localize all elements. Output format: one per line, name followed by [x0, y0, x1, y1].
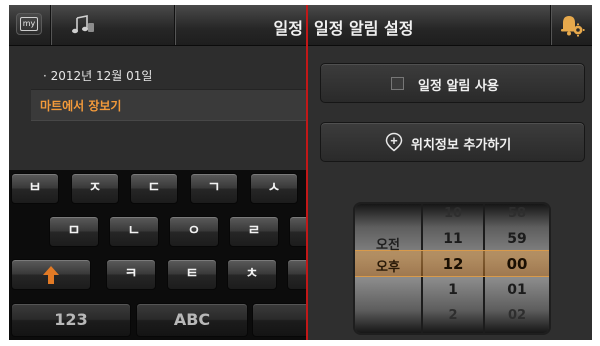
music-note-icon[interactable] [71, 14, 95, 36]
key-giyeok[interactable]: ㄱ [190, 173, 238, 204]
bell-gear-icon [561, 16, 585, 37]
key-tieut[interactable]: ㅌ [167, 259, 217, 290]
subject-text: 마트에서 장보기 [40, 99, 122, 113]
key-mieum[interactable]: ㅁ [49, 216, 99, 247]
schedule-date: · 2012년 12월 01일 [43, 69, 153, 83]
key-hieut[interactable]: ㅎ [289, 216, 307, 247]
alarm-toggle-button[interactable]: 일정 알림 사용 [320, 63, 585, 103]
korean-keyboard: ㅂ ㅈ ㄷ ㄱ ㅅ ㅁ ㄴ ㅇ ㄹ ㅎ ㅋ ㅌ ㅊ ㅍ 123 ABC [9, 170, 307, 340]
selection-band-bottom [355, 276, 549, 277]
alarm-settings-panel: 일정 알림 설정 일정 알림 사용 위치정보 추가하기 오전 오후 10 11 … [308, 5, 592, 340]
title-bar-separator [174, 5, 175, 45]
alarm-settings-title: 일정 알림 설정 [314, 19, 414, 38]
picker-ampm-value: 오전 [376, 238, 400, 253]
shift-arrow-up-icon [43, 266, 59, 284]
key-jieut[interactable]: ㅈ [71, 173, 119, 204]
picker-minute-value: 02 [507, 308, 527, 323]
settings-button[interactable] [550, 5, 592, 45]
number-mode-key[interactable]: 123 [11, 303, 131, 337]
key-kieuk[interactable]: ㅋ [106, 259, 156, 290]
picker-hour-value: 11 [443, 231, 463, 247]
key-bieup[interactable]: ㅂ [11, 173, 59, 204]
space-key[interactable] [252, 303, 307, 337]
picker-minute-value: 58 [507, 206, 527, 221]
picker-hour-value: 2 [448, 308, 458, 323]
key-digeut[interactable]: ㄷ [130, 173, 178, 204]
abc-mode-key[interactable]: ABC [136, 303, 248, 337]
schedule-content: · 2012년 12월 01일 마트에서 장보기 [9, 46, 307, 170]
picker-hour-selected: 12 [442, 255, 464, 273]
picker-hour-value: 1 [448, 282, 458, 298]
time-picker[interactable]: 오전 오후 10 11 12 1 2 58 59 00 01 02 [355, 204, 549, 333]
alarm-checkbox[interactable] [391, 77, 404, 90]
screen: my 일정 · 2012년 12월 01일 마트에서 장보기 ㅂ ㅈ ㄷ ㄱ ㅅ… [9, 5, 592, 340]
left-title-bar: my 일정 [9, 5, 307, 46]
page-title: 일정 [273, 19, 303, 38]
key-nieun[interactable]: ㄴ [109, 216, 159, 247]
shift-key[interactable] [11, 259, 91, 290]
key-chieut[interactable]: ㅊ [227, 259, 277, 290]
key-rieul[interactable]: ㄹ [229, 216, 279, 247]
picker-minute-selected: 00 [506, 255, 528, 273]
title-bar-separator [50, 5, 51, 45]
right-title-bar: 일정 알림 설정 [308, 5, 592, 46]
my-button[interactable]: my [16, 13, 42, 35]
key-pieup[interactable]: ㅍ [287, 259, 307, 290]
subject-field[interactable]: 마트에서 장보기 [31, 89, 307, 121]
add-location-label: 위치정보 추가하기 [411, 138, 512, 153]
key-siot[interactable]: ㅅ [250, 173, 298, 204]
picker-minute-value: 59 [507, 231, 527, 247]
picker-ampm-selected: 오후 [376, 260, 400, 275]
schedule-panel: my 일정 · 2012년 12월 01일 마트에서 장보기 ㅂ ㅈ ㄷ ㄱ ㅅ… [9, 5, 307, 340]
my-icon: my [20, 17, 38, 31]
key-ieung[interactable]: ㅇ [169, 216, 219, 247]
picker-hour-value: 10 [443, 206, 463, 221]
location-pin-plus-icon [385, 132, 403, 152]
add-location-button[interactable]: 위치정보 추가하기 [320, 122, 585, 162]
alarm-toggle-label: 일정 알림 사용 [418, 79, 499, 94]
picker-minute-value: 01 [507, 282, 527, 298]
